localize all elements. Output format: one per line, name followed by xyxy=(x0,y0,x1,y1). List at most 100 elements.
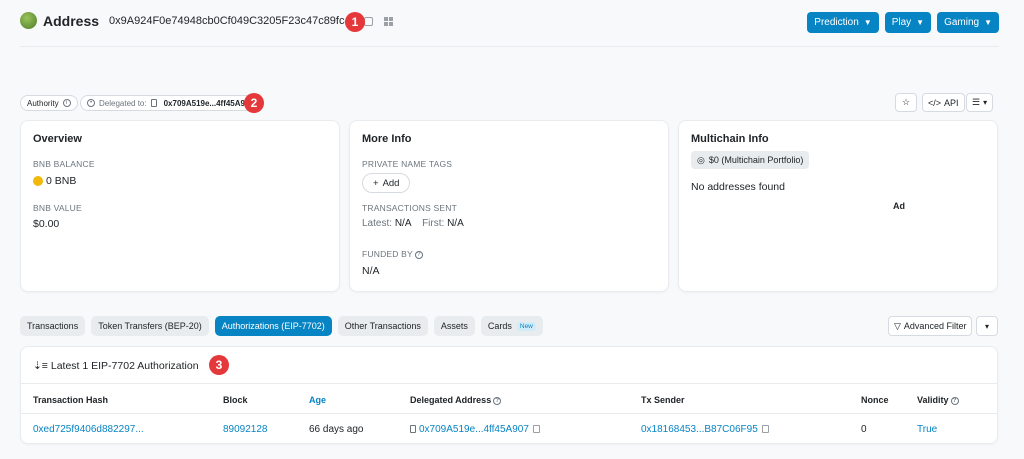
column-header-age[interactable]: Age xyxy=(309,395,326,405)
contract-icon xyxy=(150,99,157,107)
more-info-title: More Info xyxy=(362,133,412,145)
multichain-portfolio-button[interactable]: ◎ $0 (Multichain Portfolio) xyxy=(691,151,810,169)
copy-icon[interactable] xyxy=(364,17,373,26)
play-label: Play xyxy=(891,17,912,28)
plus-icon: + xyxy=(373,177,379,189)
delegated-header-text: Delegated Address xyxy=(410,395,492,405)
tx-hash-link[interactable]: 0xed725f9406d882297... xyxy=(33,424,144,435)
contract-icon xyxy=(410,425,416,434)
delegated-address-link[interactable]: 0x709A519e...4ff45A907 xyxy=(419,424,529,435)
help-icon: ? xyxy=(493,396,502,405)
validity-header-text: Validity xyxy=(917,395,949,405)
sender-cell: 0x18168453...B87C06F95 xyxy=(641,424,769,435)
chevron-down-icon: ▼ xyxy=(863,18,872,27)
funded-by-text: FUNDED BY xyxy=(362,249,413,259)
bnb-balance-label: BNB BALANCE xyxy=(33,159,95,169)
multichain-title: Multichain Info xyxy=(691,133,769,145)
tab-assets[interactable]: Assets xyxy=(433,316,475,336)
validity-value: True xyxy=(917,424,938,435)
table-divider xyxy=(21,383,997,384)
private-tags-label: PRIVATE NAME TAGS xyxy=(362,159,453,169)
tab-authorizations[interactable]: Authorizations (EIP-7702) xyxy=(214,316,332,336)
more-options-button[interactable]: ☰ ▾ xyxy=(966,93,994,112)
annotation-marker-3: 3 xyxy=(209,355,229,375)
bnb-balance-text: 0 BNB xyxy=(46,175,77,187)
tab-transactions[interactable]: Transactions xyxy=(20,316,86,336)
top-nav-buttons: Prediction ▼ Play ▼ Gaming ▼ xyxy=(807,12,999,33)
funded-by-value: N/A xyxy=(362,265,380,277)
latest-value: N/A xyxy=(394,218,411,229)
authority-badge[interactable]: Authority i xyxy=(20,95,78,111)
tab-bar: Transactions Token Transfers (BEP-20) Au… xyxy=(20,316,543,336)
filter-dropdown-button[interactable]: ▾ xyxy=(976,316,998,336)
column-header-validity: Validity? xyxy=(917,395,959,405)
header-divider xyxy=(20,46,999,47)
bnb-value: $0.00 xyxy=(33,218,60,230)
add-tag-button[interactable]: + Add xyxy=(362,173,411,193)
api-button[interactable]: </> API xyxy=(922,93,965,112)
annotation-marker-2: 2 xyxy=(244,93,264,113)
delegated-badge[interactable]: • Delegated to: 0x709A519e...4ff45A907 xyxy=(80,95,261,111)
overview-card: Overview BNB BALANCE 0 BNB BNB VALUE $0.… xyxy=(20,120,340,292)
advanced-filter-label: Advanced Filter xyxy=(903,321,967,331)
overview-title: Overview xyxy=(33,133,82,145)
column-header-hash: Transaction Hash xyxy=(33,395,109,405)
tab-cards[interactable]: Cards New xyxy=(480,316,543,336)
delegated-address[interactable]: 0x709A519e...4ff45A907 xyxy=(164,99,254,108)
column-header-delegated: Delegated Address? xyxy=(410,395,502,405)
latest-label: Latest: xyxy=(362,218,393,229)
nonce-value: 0 xyxy=(861,424,867,435)
tx-sent-label: TRANSACTIONS SENT xyxy=(362,203,458,213)
ad-label[interactable]: Ad xyxy=(893,201,905,211)
delegated-label: Delegated to: xyxy=(99,98,147,108)
chevron-down-icon: ▾ xyxy=(984,321,989,331)
page-header: Address 0x9A924F0e74948cb0Cf049C3205F23c… xyxy=(20,12,363,29)
header-row-divider xyxy=(21,413,997,414)
help-icon: ? xyxy=(950,396,959,405)
gaming-button[interactable]: Gaming ▼ xyxy=(937,12,999,33)
tab-token-transfers[interactable]: Token Transfers (BEP-20) xyxy=(91,316,209,336)
page-title: Address xyxy=(43,12,100,29)
annotation-marker-1: 1 xyxy=(345,12,365,32)
tab-other-transactions[interactable]: Other Transactions xyxy=(337,316,428,336)
delegated-address-cell: 0x709A519e...4ff45A907 xyxy=(410,424,540,435)
column-header-nonce: Nonce xyxy=(861,395,889,405)
gaming-label: Gaming xyxy=(944,17,980,28)
address-hash: 0x9A924F0e74948cb0Cf049C3205F23c47c89fc4… xyxy=(109,14,363,27)
tx-sent-values: Latest: N/A First: N/A xyxy=(362,218,464,229)
column-header-sender: Tx Sender xyxy=(641,395,685,405)
authority-label: Authority xyxy=(27,98,59,108)
authorizations-table-card: ⇣≡ Latest 1 EIP-7702 Authorization 3 Tra… xyxy=(20,346,998,444)
address-avatar-icon xyxy=(20,12,37,29)
bnb-coin-icon xyxy=(33,176,43,187)
portfolio-label: $0 (Multichain Portfolio) xyxy=(708,155,804,165)
bnb-balance-value: 0 BNB xyxy=(33,175,76,187)
no-addresses-text: No addresses found xyxy=(691,181,785,193)
copy-icon[interactable] xyxy=(761,425,769,434)
play-button[interactable]: Play ▼ xyxy=(884,12,932,33)
block-link[interactable]: 89092128 xyxy=(223,424,268,435)
table-heading-text: Latest 1 EIP-7702 Authorization xyxy=(50,360,199,372)
star-icon: ☆ xyxy=(901,97,911,107)
add-label: Add xyxy=(382,177,400,189)
qr-code-icon[interactable] xyxy=(384,17,393,26)
more-info-card: More Info PRIVATE NAME TAGS + Add TRANSAC… xyxy=(349,120,669,292)
first-value: N/A xyxy=(447,218,464,229)
sender-link[interactable]: 0x18168453...B87C06F95 xyxy=(641,424,758,435)
api-label: API xyxy=(944,97,959,108)
filter-icon: ▽ xyxy=(894,320,901,331)
table-heading: ⇣≡ Latest 1 EIP-7702 Authorization xyxy=(33,360,199,372)
prediction-label: Prediction xyxy=(814,17,859,28)
advanced-filter-button[interactable]: ▽ Advanced Filter xyxy=(888,316,973,336)
tab-cards-label: Cards xyxy=(487,321,512,331)
list-icon: ☰ xyxy=(972,97,981,107)
code-icon: </> xyxy=(928,97,942,108)
column-header-block: Block xyxy=(223,395,248,405)
copy-icon[interactable] xyxy=(532,425,540,434)
prediction-button[interactable]: Prediction ▼ xyxy=(807,12,879,33)
chevron-down-icon: ▼ xyxy=(916,18,925,27)
favorite-star-button[interactable]: ☆ xyxy=(895,93,917,112)
info-icon: i xyxy=(62,99,71,107)
delegate-icon: • xyxy=(87,99,95,107)
coins-icon: ◎ xyxy=(697,154,705,165)
